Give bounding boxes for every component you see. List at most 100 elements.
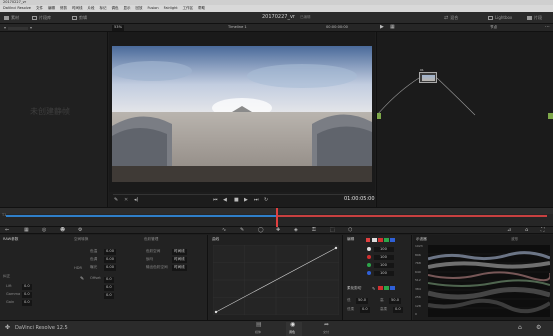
skip-back-icon[interactable]: ⏮ [213,198,218,203]
node-output-handle[interactable] [548,113,553,119]
wheel-value[interactable]: 0.0 [22,292,32,298]
offset-value[interactable]: 0.0 [104,277,114,283]
hs-value[interactable]: 0.0 [393,307,403,313]
tab-library[interactable]: 片段库 [32,15,51,21]
node-input-handle[interactable] [377,113,381,119]
menu-item[interactable]: 编辑 [48,6,55,11]
lightbox-button[interactable]: Lightbox [488,15,512,21]
clips-button[interactable]: 片段 [527,15,542,21]
cm-value[interactable]: 时间线 [172,265,187,271]
link-toggle[interactable] [366,238,370,242]
high-value[interactable]: 50.0 [389,298,402,304]
menu-item[interactable]: 回放 [135,6,142,11]
scope-mode[interactable]: 波形 [511,237,518,242]
channel-row[interactable]: 100 [367,263,394,268]
menu-item[interactable]: 帮助 [198,6,205,11]
channel-row[interactable]: 100 [367,255,394,260]
wheel-value[interactable]: 0.0 [22,300,32,306]
color-node[interactable]: 01 [419,69,437,83]
blur-icon[interactable]: ◈ [294,228,298,233]
offset-value[interactable]: 0.0 [104,293,114,299]
menu-item[interactable]: 片段 [87,6,94,11]
ls-value[interactable]: 0.0 [360,307,370,313]
timeline-name[interactable]: Timeline 1 [228,25,247,30]
volume-icon[interactable]: ◂) [134,198,138,203]
tab-media[interactable]: 素材 [4,15,19,21]
tab-color-mgmt[interactable]: 色彩管理 [144,237,158,242]
info-icon[interactable]: ⌂ [525,228,528,233]
expand-icon[interactable]: ⛶ [541,228,545,233]
menu-item[interactable]: Fairlight [164,6,178,11]
timeline-track[interactable] [277,215,547,217]
settings-icon[interactable]: ⚙ [536,325,541,331]
stop-icon[interactable]: ■ [234,198,239,203]
key-icon[interactable]: ⚿ [312,228,316,233]
menu-item[interactable]: 调色 [111,6,118,11]
chevron-down-icon[interactable]: ▾ [4,26,6,30]
sizing-icon[interactable]: ⬚ [330,228,335,233]
tab-space[interactable]: 空间转换 [74,237,88,242]
channel-b-swatch[interactable] [390,286,395,290]
loop-icon[interactable]: ↻ [264,198,268,203]
filter-icon[interactable]: ⚙ [78,228,82,233]
field-value[interactable]: 0.00 [104,265,117,271]
section-label[interactable]: 纠正 [3,274,10,279]
wheel-value[interactable]: 0.0 [22,284,32,290]
menu-item[interactable]: DaVinci Resolve [3,6,31,11]
home-icon[interactable]: ⌂ [518,325,522,331]
close-icon[interactable]: ✕ [124,198,128,203]
timeline-progress[interactable] [6,215,277,217]
menu-item[interactable]: 标记 [99,6,106,11]
scrubber-bar[interactable] [113,194,371,195]
back-icon[interactable]: ⇐ [5,228,9,233]
menu-item[interactable]: 工作区 [183,6,194,11]
curve-graph[interactable] [213,245,339,315]
field-value[interactable]: 0.00 [104,249,117,255]
channel-row[interactable]: 100 [367,247,394,252]
menu-icon[interactable]: ⋯ [545,25,550,30]
cm-value[interactable]: 时间线 [172,249,187,255]
channel-y-swatch[interactable] [372,238,377,242]
playhead[interactable] [276,208,278,228]
menu-item[interactable]: 显示 [123,6,130,11]
play-icon[interactable]: ▶ [380,25,384,30]
pen-icon[interactable]: ✎ [114,198,118,203]
curves-icon[interactable]: ∿ [222,228,226,233]
scope-icon[interactable]: ⊿ [507,228,511,233]
window-icon[interactable]: ◯ [258,228,264,233]
page-tab-media[interactable]: ▤ 媒体 [252,322,268,336]
menu-item[interactable]: Fusion [147,6,158,11]
page-tab-color[interactable]: ◉ 调色 [286,322,302,336]
channel-g-swatch[interactable] [384,238,389,242]
offset-value[interactable]: 0.0 [104,285,114,291]
step-back-icon[interactable]: ◀ [223,198,227,203]
tab-edit[interactable]: 剪辑 [72,15,87,21]
field-value[interactable]: 0.00 [104,257,117,263]
channel-r-swatch[interactable] [378,286,383,290]
picker-icon[interactable]: ✎ [240,228,244,233]
low-value[interactable]: 50.0 [356,298,369,304]
channel-g-swatch[interactable] [384,286,389,290]
zoom-selector[interactable]: 53% [112,25,124,31]
page-tab-deliver[interactable]: ➦ 交付 [320,322,336,336]
menu-item[interactable]: 时间线 [72,6,83,11]
section-label[interactable]: HDR [74,266,82,271]
tracker-icon[interactable]: ✚ [276,228,280,233]
skip-forward-icon[interactable]: ⏭ [254,198,259,203]
grid-icon[interactable]: ▦ [24,228,29,233]
cm-value[interactable]: 时间线 [172,257,187,263]
circle-icon[interactable]: ◎ [42,228,46,233]
camera-icon[interactable]: ☻ [60,228,65,233]
chevron-down-icon[interactable]: ▾ [30,26,32,30]
channel-row[interactable]: 100 [367,271,394,276]
pen-icon[interactable]: ✎ [80,277,84,282]
channel-r-swatch[interactable] [378,238,383,242]
channel-b-swatch[interactable] [390,238,395,242]
menu-item[interactable]: 修剪 [60,6,67,11]
grid-icon[interactable]: ▦ [390,25,395,30]
pen-icon[interactable]: ✎ [372,287,375,291]
mix-button[interactable]: ⇄ 混合 [444,15,458,21]
play-icon[interactable]: ▶ [244,198,248,203]
menu-item[interactable]: 文件 [36,6,43,11]
3d-icon[interactable]: ⬡ [348,228,352,233]
